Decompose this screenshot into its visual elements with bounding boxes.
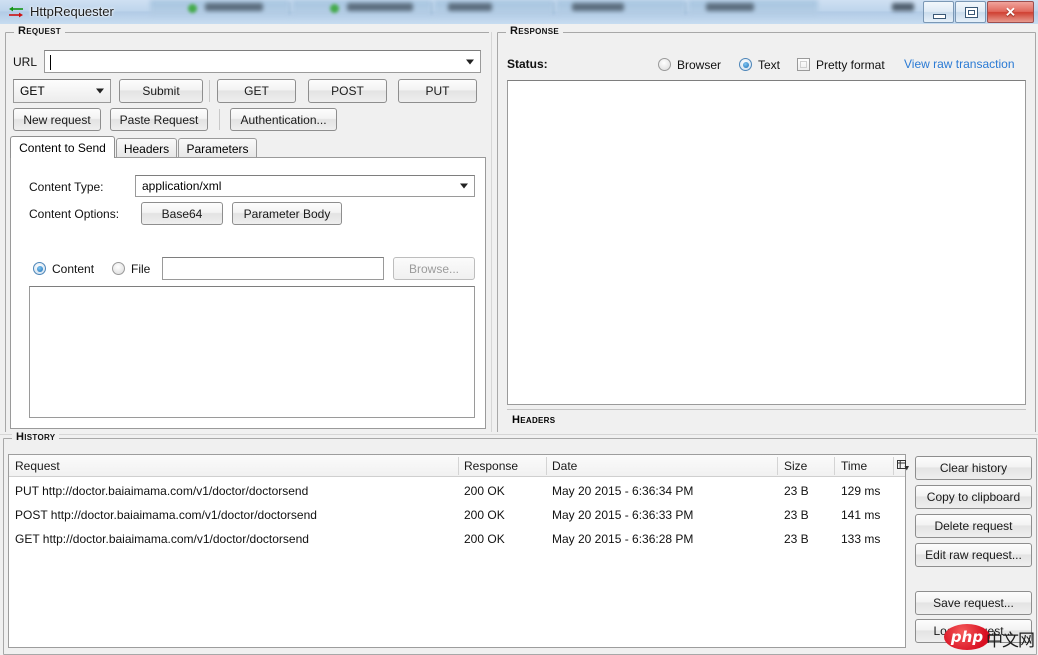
response-headers-section: Headers [507,409,1026,432]
maximize-icon [965,7,978,18]
pretty-format-label: Pretty format [816,58,885,72]
request-tabs: Content to Send Headers Parameters [10,136,486,158]
background-browser-tabs [0,0,1038,16]
delete-request-button[interactable]: Delete request [915,514,1032,538]
content-type-label: Content Type: [29,180,104,194]
close-button[interactable]: ✕ [987,1,1034,23]
method-select-value: GET [20,84,45,98]
content-radio-label: Content [52,262,95,276]
cell-date: May 20 2015 - 6:36:33 PM [552,508,694,522]
view-mode-browser-label: Browser [677,58,722,72]
toolbar-divider [209,80,210,102]
url-label: URL [13,55,38,69]
cell-size: 23 B [784,484,809,498]
get-button[interactable]: GET [217,79,296,103]
cell-size: 23 B [784,508,809,522]
history-group-label: History [12,431,60,443]
status-label: Status: [507,57,548,71]
put-button[interactable]: PUT [398,79,477,103]
headers-group-label: Headers [512,414,556,426]
edit-raw-request-button[interactable]: Edit raw request... [915,543,1032,567]
url-input[interactable] [44,50,481,73]
watermark-php-text: php [950,628,984,646]
file-radio-label: File [131,262,151,276]
view-mode-text-label: Text [758,58,781,72]
cell-response: 200 OK [464,532,505,546]
paste-request-button[interactable]: Paste Request [110,108,208,131]
content-source-radio-content[interactable] [33,262,46,275]
cell-time: 141 ms [841,508,881,522]
authentication-button[interactable]: Authentication... [230,108,337,131]
minimize-icon [933,14,946,19]
clear-history-button[interactable]: Clear history [915,456,1032,480]
response-group-label: Response [506,25,564,37]
chevron-down-icon[interactable] [466,59,474,64]
file-path-input[interactable] [162,257,384,280]
content-source-radio-file[interactable] [112,262,125,275]
save-request-button[interactable]: Save request... [915,591,1032,615]
title-bar: HttpRequester ✕ [0,0,1038,24]
column-chooser-icon[interactable] [897,460,909,471]
cell-time: 133 ms [841,532,881,546]
content-to-send-panel: Content Type: application/xml Content Op… [10,157,486,429]
content-type-value: application/xml [142,179,222,193]
base64-button[interactable]: Base64 [141,202,223,225]
column-header-time[interactable]: Time [841,455,867,477]
chevron-down-icon[interactable] [460,183,468,189]
cell-request: GET http://doctor.baiaimama.com/v1/docto… [15,532,309,546]
table-row[interactable]: POST http://doctor.baiaimama.com/v1/doct… [9,503,905,527]
close-icon: ✕ [1005,4,1016,20]
minimize-button[interactable] [923,1,954,23]
history-table-header: Request Response Date Size Time [9,455,909,477]
app-icon-http-arrows [8,4,24,20]
cell-response: 200 OK [464,508,505,522]
cell-request: POST http://doctor.baiaimama.com/v1/doct… [15,508,317,522]
column-header-response[interactable]: Response [464,455,518,477]
view-mode-radio-text[interactable] [739,58,752,71]
request-group-label: Request [14,25,65,37]
browse-button[interactable]: Browse... [393,257,475,280]
cell-response: 200 OK [464,484,505,498]
watermark-chinese-text: 中文网 [986,631,1035,651]
application-window: HttpRequester ✕ Request URL GET Submit G… [0,0,1038,655]
maximize-button[interactable] [955,1,986,23]
url-text-caret [50,55,51,70]
history-table[interactable]: Request Response Date Size Time PUT http… [8,454,909,648]
submit-button[interactable]: Submit [119,79,203,103]
view-mode-radio-browser[interactable] [658,58,671,71]
method-select[interactable]: GET [13,79,111,103]
site-watermark: php 中文网 [942,618,1038,652]
history-group: History Request Response Date Size Time [3,431,1037,655]
parameter-body-button[interactable]: Parameter Body [232,202,342,225]
pretty-format-checkbox[interactable] [797,58,810,71]
copy-to-clipboard-button[interactable]: Copy to clipboard [915,485,1032,509]
column-header-date[interactable]: Date [552,455,577,477]
tab-content-to-send[interactable]: Content to Send [10,136,115,158]
column-header-size[interactable]: Size [784,455,807,477]
column-header-request[interactable]: Request [15,455,60,477]
cell-date: May 20 2015 - 6:36:28 PM [552,532,694,546]
vertical-splitter[interactable] [489,32,495,432]
cell-request: PUT http://doctor.baiaimama.com/v1/docto… [15,484,309,498]
tab-parameters[interactable]: Parameters [178,138,257,158]
window-controls: ✕ [922,1,1034,23]
response-group: Response Status: Browser Text Pretty for… [497,25,1036,434]
new-request-button[interactable]: New request [13,108,101,131]
cell-date: May 20 2015 - 6:36:34 PM [552,484,694,498]
request-group: Request URL GET Submit GET POST PUT New … [5,25,491,434]
table-row[interactable]: PUT http://doctor.baiaimama.com/v1/docto… [9,479,905,503]
window-title: HttpRequester [30,4,114,19]
response-body-textarea[interactable] [507,80,1026,405]
post-button[interactable]: POST [308,79,387,103]
view-raw-transaction-link[interactable]: View raw transaction [904,57,1015,71]
cell-size: 23 B [784,532,809,546]
toolbar-divider-2 [219,109,220,130]
tab-headers[interactable]: Headers [116,138,177,158]
table-row[interactable]: GET http://doctor.baiaimama.com/v1/docto… [9,527,905,551]
chevron-down-icon[interactable] [96,88,104,94]
content-type-select[interactable]: application/xml [135,175,475,197]
request-body-textarea[interactable] [29,286,475,418]
cell-time: 129 ms [841,484,881,498]
content-options-label: Content Options: [29,207,120,221]
